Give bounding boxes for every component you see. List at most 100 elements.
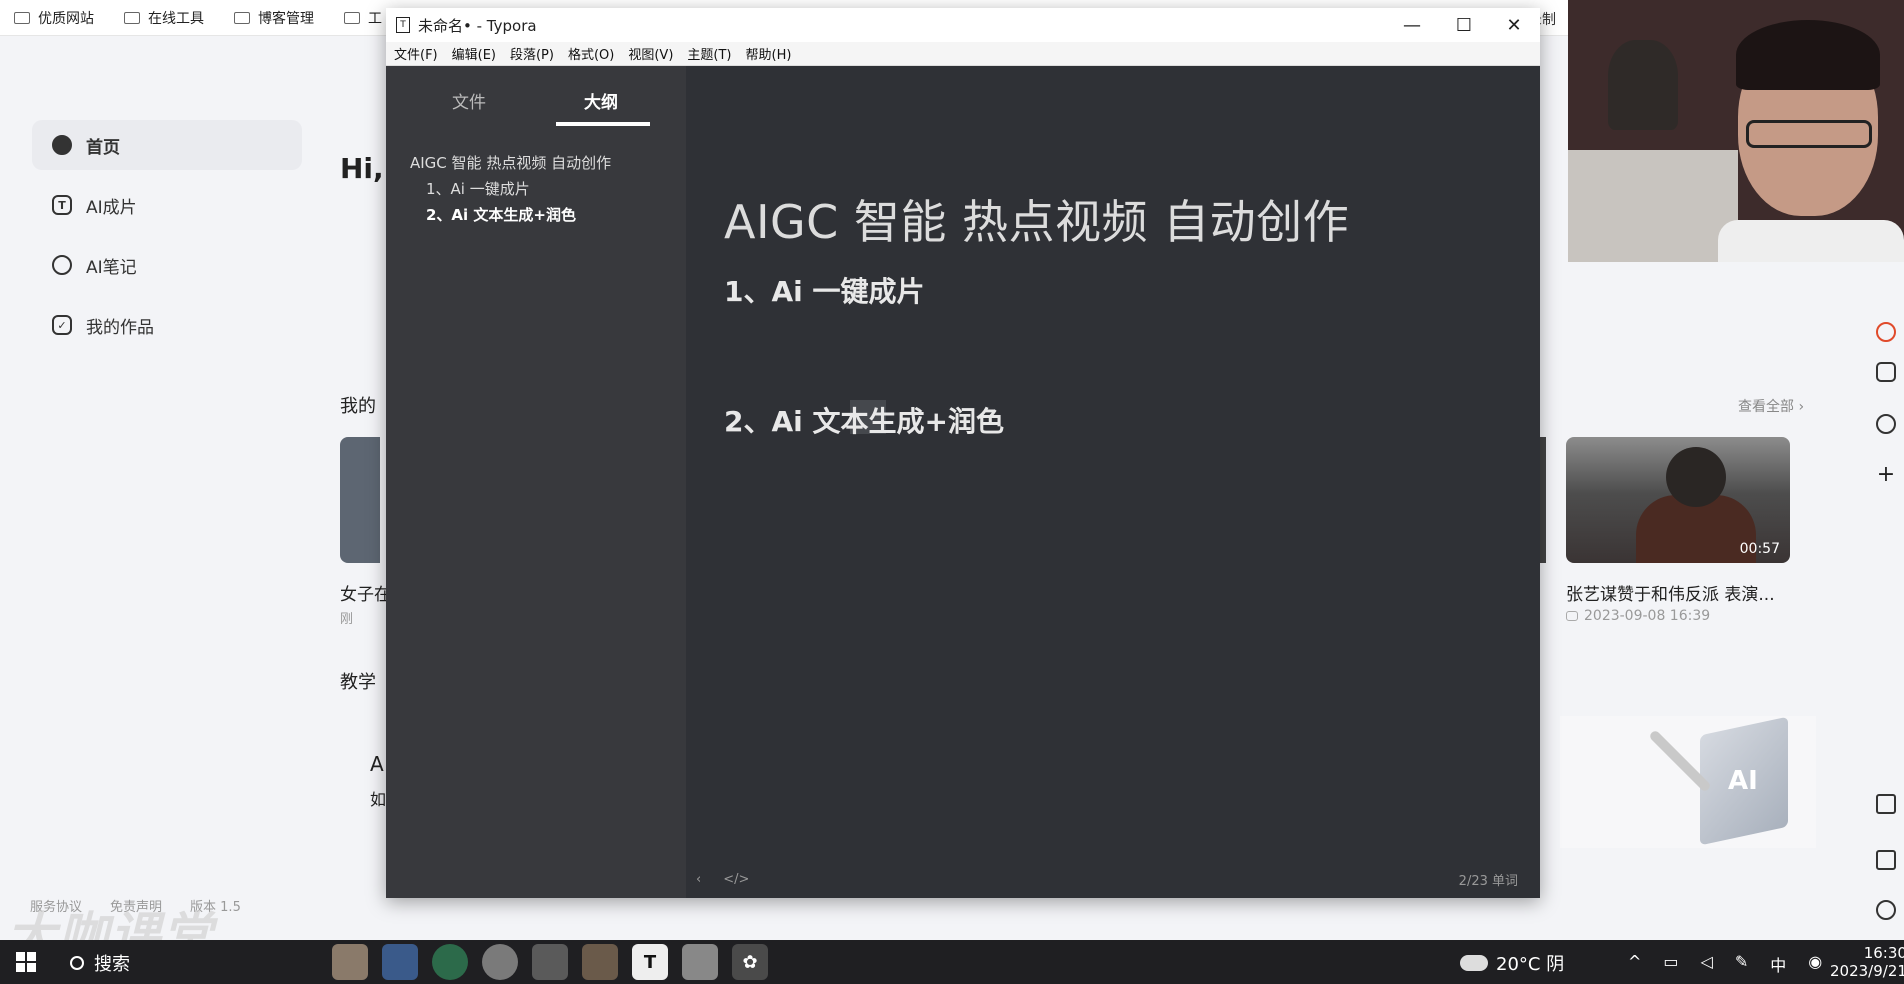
outline-item-active[interactable]: 2、Ai 文本生成+润色 [426,204,576,225]
folder-icon [14,11,30,24]
webcam-bookshelf [1568,150,1738,262]
nav-my-works[interactable]: ✓ 我的作品 [32,300,302,350]
video-duration: 00:57 [1739,541,1780,557]
menu-bar: 文件(F) 编辑(E) 段落(P) 格式(O) 视图(V) 主题(T) 帮助(H… [386,42,1540,66]
taskbar-app-folder[interactable] [682,944,718,980]
section-my-works: 我的 [340,396,376,417]
taskbar-app-chart[interactable] [582,944,618,980]
app-sidebar: 首页 T AI成片 AI笔记 ✓ 我的作品 [0,36,316,908]
work-thumbnail[interactable] [340,437,380,563]
taskbar-app-flower[interactable]: ✿ [732,944,768,980]
typora-window: T 未命名• - Typora — ☐ ✕ 文件(F) 编辑(E) 段落(P) … [386,8,1540,898]
chevron-up-icon[interactable]: ^ [1628,952,1641,976]
typora-titlebar[interactable]: T 未命名• - Typora — ☐ ✕ [386,8,1540,42]
teaching-card-desc: 如 [370,790,387,809]
doc-heading-1[interactable]: AIGC 智能 热点视频 自动创作 [724,186,1349,252]
webcam-shirt [1718,220,1904,262]
taskbar-weather[interactable]: 20°C 阴 [1460,950,1564,976]
see-all-link[interactable]: 查看全部 › [1738,396,1804,416]
status-bar: ‹ </> 2/23 单词 [686,860,1540,898]
source-code-icon[interactable]: </> [723,872,749,887]
taskbar-app-notepad[interactable] [532,944,568,980]
menu-theme[interactable]: 主题(T) [687,44,731,63]
doc-heading-2[interactable]: 1、Ai 一键成片 [724,270,925,310]
taskbar-app-browser-beta[interactable] [432,944,468,980]
video-card-thumbnail[interactable]: 00:57 [1566,437,1790,563]
editor-area[interactable]: AIGC 智能 热点视频 自动创作 1、Ai 一键成片 2、Ai 文本生成+润色 [686,66,1540,898]
minimize-button[interactable]: — [1386,8,1438,42]
webcam-glasses [1746,120,1872,148]
bookmark-folder[interactable]: 工 [344,8,382,28]
bookmark-folder[interactable]: 在线工具 [124,8,204,28]
bookmark-folder[interactable]: 优质网站 [14,8,94,28]
external-link-icon[interactable] [1876,850,1896,870]
typora-app-icon: T [396,17,410,33]
close-button[interactable]: ✕ [1488,8,1540,42]
tab-outline[interactable]: 大纲 [584,88,618,113]
window-title: 未命名• - Typora [418,16,537,35]
taskbar-app-chrome[interactable] [482,944,518,980]
settings-icon[interactable] [1876,900,1896,920]
clock-time: 16:30 [1863,944,1904,962]
bookmark-label: 优质网站 [38,10,94,27]
ai-illustration-card[interactable]: AI [1560,716,1816,848]
menu-help[interactable]: 帮助(H) [746,44,792,63]
greeting: Hi, [340,152,384,185]
menu-edit[interactable]: 编辑(E) [452,44,496,63]
taskbar-app-photo[interactable] [332,944,368,980]
nav-ai-notes[interactable]: AI笔记 [32,240,302,290]
windows-start-icon[interactable] [16,952,36,972]
menu-paragraph[interactable]: 段落(P) [510,44,554,63]
webcam-hair [1736,20,1880,90]
tray-app-icon[interactable]: ◉ [1808,952,1822,976]
word-count[interactable]: 2/23 单词 [1459,870,1518,889]
edit-icon[interactable]: ✎ [1735,952,1748,976]
maximize-button[interactable]: ☐ [1438,8,1490,42]
app-icon-1[interactable] [1876,322,1896,342]
webcam-plant [1608,40,1678,130]
ime-indicator[interactable]: 中 [1770,952,1786,976]
app-icon-2[interactable] [1876,362,1896,382]
bookmark-label: 工 [368,10,382,27]
folder-icon [344,11,360,24]
cloud-icon [1460,955,1488,971]
taskbar-apps: T ✿ [332,944,768,980]
bookmark-folder[interactable]: 博客管理 [234,8,314,28]
nav-label: AI笔记 [86,257,137,278]
nav-label: 我的作品 [86,317,154,338]
menu-file[interactable]: 文件(F) [394,44,438,63]
taskbar-clock[interactable]: 16:30 2023/9/21 [1830,944,1904,980]
folder-icon [234,11,250,24]
teaching-card-title[interactable]: A [370,752,384,776]
weather-text: 20°C 阴 [1496,954,1565,975]
nav-home[interactable]: 首页 [32,120,302,170]
doc-heading-2[interactable]: 2、Ai 文本生成+润色 [724,400,1004,440]
menu-view[interactable]: 视图(V) [628,44,673,63]
add-icon[interactable]: + [1876,464,1896,486]
screenshot-icon[interactable] [1876,794,1896,814]
network-icon[interactable]: ▭ [1663,952,1678,976]
search-icon [70,956,84,970]
taskbar-search[interactable]: 搜索 [70,950,130,976]
outline-item[interactable]: AIGC 智能 热点视频 自动创作 [410,152,611,173]
taskbar-app-blue[interactable] [382,944,418,980]
menu-format[interactable]: 格式(O) [568,44,614,63]
tab-files[interactable]: 文件 [452,88,486,113]
outline-item[interactable]: 1、Ai 一键成片 [426,178,530,199]
taskbar-app-typora[interactable]: T [632,944,668,980]
nav-ai-video[interactable]: T AI成片 [32,180,302,230]
sidebar-panel: 文件 大纲 AIGC 智能 热点视频 自动创作 1、Ai 一键成片 2、Ai 文… [386,66,686,898]
clock-date: 2023/9/21 [1830,962,1904,980]
work-card-title[interactable]: 女子在 [340,580,391,605]
chevron-left-icon[interactable]: ‹ [696,872,701,887]
system-tray: ^ ▭ ◁ ✎ 中 ◉ [1628,952,1822,976]
gear-icon[interactable] [1876,414,1896,434]
bookmark-label: 博客管理 [258,10,314,27]
video-meta: 2023-09-08 16:39 [1566,608,1710,624]
work-card-meta: 刚 [340,612,354,627]
right-toolbar: + [1868,270,1904,920]
video-title[interactable]: 张艺谋赞于和伟反派 表演... [1566,580,1775,605]
section-teaching: 教学 [340,672,376,693]
bookmark-label: 在线工具 [148,10,204,27]
volume-icon[interactable]: ◁ [1701,952,1713,976]
